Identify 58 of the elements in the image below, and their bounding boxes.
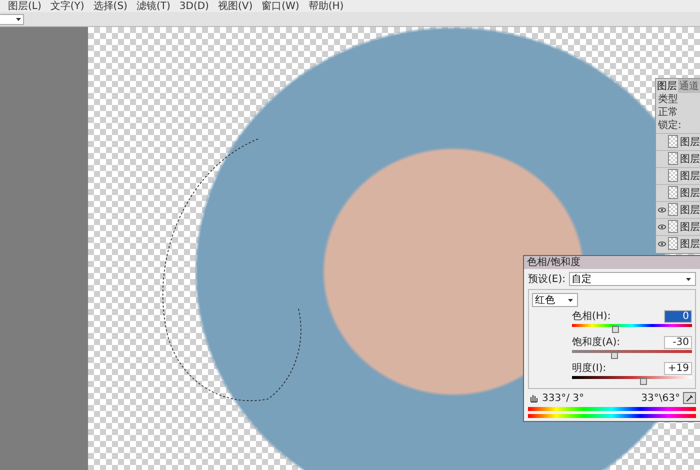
slider-thumb[interactable] bbox=[612, 326, 620, 333]
layer-name: 图层 bbox=[680, 220, 700, 234]
menu-item[interactable]: 视图(V) bbox=[218, 0, 253, 12]
preset-label: 预设(E): bbox=[528, 273, 566, 286]
eyedropper-icon bbox=[686, 394, 694, 402]
layer-thumbnail bbox=[668, 203, 678, 216]
layer-name: 图层 bbox=[680, 238, 700, 250]
layer-row[interactable]: 图层 bbox=[656, 150, 700, 166]
slider-label: 饱和度(A): bbox=[572, 336, 620, 349]
value-field[interactable]: +19 bbox=[664, 362, 692, 374]
layer-thumbnail bbox=[668, 135, 678, 148]
range-readout: 333°/ 3° bbox=[542, 392, 584, 404]
slider-label: 色相(H): bbox=[572, 310, 611, 323]
caret-icon bbox=[16, 16, 21, 22]
panel-tab[interactable]: 图层 bbox=[656, 79, 678, 93]
menu-item[interactable]: 滤镜(T) bbox=[136, 0, 170, 12]
dialog-title: 色相/饱和度 bbox=[524, 256, 700, 269]
caret-icon bbox=[568, 298, 573, 302]
slider-thumb[interactable] bbox=[611, 352, 618, 359]
tool-option-select[interactable] bbox=[0, 14, 24, 24]
kind-filter[interactable]: 类型 bbox=[656, 94, 700, 106]
layer-name: 图层 bbox=[680, 204, 700, 216]
caret-icon bbox=[686, 276, 691, 282]
layer-name: 图层 bbox=[680, 170, 700, 182]
layer-thumbnail bbox=[668, 220, 678, 233]
layer-name: 图层 bbox=[680, 186, 700, 200]
menu-item[interactable]: 选择(S) bbox=[93, 0, 128, 12]
layer-row[interactable]: 图层 bbox=[656, 218, 700, 234]
menu-item[interactable]: 图层(L) bbox=[8, 0, 42, 12]
layer-name: 图层 bbox=[680, 136, 700, 148]
layer-thumbnail bbox=[668, 186, 678, 199]
layer-thumbnail bbox=[668, 169, 678, 182]
lock-label: 锁定: bbox=[657, 120, 682, 132]
panel-tab[interactable]: 通道 bbox=[678, 79, 700, 93]
menu-item[interactable]: 文字(Y) bbox=[50, 0, 84, 12]
layer-name: 图层 bbox=[680, 152, 700, 166]
eye-icon[interactable] bbox=[658, 206, 666, 214]
menu-item[interactable]: 窗口(W) bbox=[262, 0, 300, 12]
channel-select[interactable]: 红色 bbox=[532, 293, 578, 307]
layer-thumbnail bbox=[668, 152, 678, 165]
range-readout: 33°\63° bbox=[641, 392, 680, 404]
slider-label: 明度(I): bbox=[572, 362, 606, 375]
layer-thumbnail bbox=[668, 237, 678, 250]
layer-row[interactable]: 图层 bbox=[656, 133, 700, 149]
preset-select[interactable]: 自定 bbox=[568, 272, 696, 286]
menu-item[interactable]: 帮助(H) bbox=[308, 0, 344, 12]
layer-row[interactable]: 图层 bbox=[656, 184, 700, 200]
eye-icon[interactable] bbox=[658, 222, 666, 230]
layer-row[interactable]: 图层 bbox=[656, 167, 700, 183]
slider-thumb[interactable] bbox=[640, 378, 647, 385]
layer-row[interactable]: 图层 bbox=[656, 201, 700, 217]
blend-mode-select[interactable]: 正常 bbox=[656, 107, 700, 119]
eyedropper-button[interactable] bbox=[683, 392, 696, 404]
menu-item[interactable]: 3D(D) bbox=[179, 0, 209, 12]
layer-row[interactable]: 图层 bbox=[656, 235, 700, 251]
eye-icon[interactable] bbox=[658, 240, 666, 248]
value-field[interactable]: 0 bbox=[664, 310, 692, 322]
value-field[interactable]: -30 bbox=[664, 336, 692, 348]
